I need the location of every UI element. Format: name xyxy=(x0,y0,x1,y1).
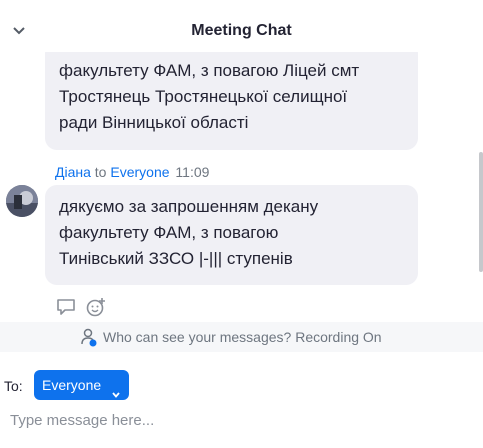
people-icon xyxy=(80,327,98,347)
message-list[interactable]: факультету ФАМ, з повагою Ліцей смт Трос… xyxy=(0,52,483,326)
message-line: ради Вінницької області xyxy=(59,113,249,132)
message-line: Тростянець Тростянецької селищної xyxy=(59,87,348,106)
user-avatar[interactable] xyxy=(6,185,38,217)
message-line: Тинівський ЗЗСО |-||| ступенів xyxy=(59,249,293,268)
recipient-dropdown[interactable]: Everyone xyxy=(34,370,129,400)
sender-recipient: Everyone xyxy=(110,164,170,180)
recipient-value: Everyone xyxy=(42,377,102,393)
message-time: 11:09 xyxy=(175,164,210,180)
message-input[interactable] xyxy=(6,404,474,436)
chat-header: Meeting Chat xyxy=(0,0,483,52)
chat-title: Meeting Chat xyxy=(191,22,292,39)
privacy-notice[interactable]: Who can see your messages? Recording On xyxy=(0,322,483,352)
message-bubble: факультету ФАМ, з повагою Ліцей смт Трос… xyxy=(45,52,418,150)
chevron-down-icon xyxy=(111,380,121,398)
message-line: факультету ФАМ, з повагою xyxy=(59,223,279,242)
sender-name[interactable]: Діана xyxy=(55,164,91,180)
to-label: To: xyxy=(4,378,23,394)
message-bubble: дякуємо за запрошенням декану факультету… xyxy=(45,185,418,285)
add-emoji-icon[interactable] xyxy=(85,296,107,318)
reply-icon[interactable] xyxy=(55,296,77,318)
scrollbar-thumb[interactable] xyxy=(479,152,483,272)
chat-scrollbar[interactable] xyxy=(477,52,483,322)
message-sender-line: Діана to Everyone 11:09 xyxy=(55,164,209,180)
message-line: дякуємо за запрошенням декану xyxy=(59,197,319,216)
sender-to-word: to xyxy=(94,164,107,180)
message-line: факультету ФАМ, з повагою Ліцей смт xyxy=(59,61,360,80)
privacy-text[interactable]: Who can see your messages? Recording On xyxy=(103,329,382,345)
